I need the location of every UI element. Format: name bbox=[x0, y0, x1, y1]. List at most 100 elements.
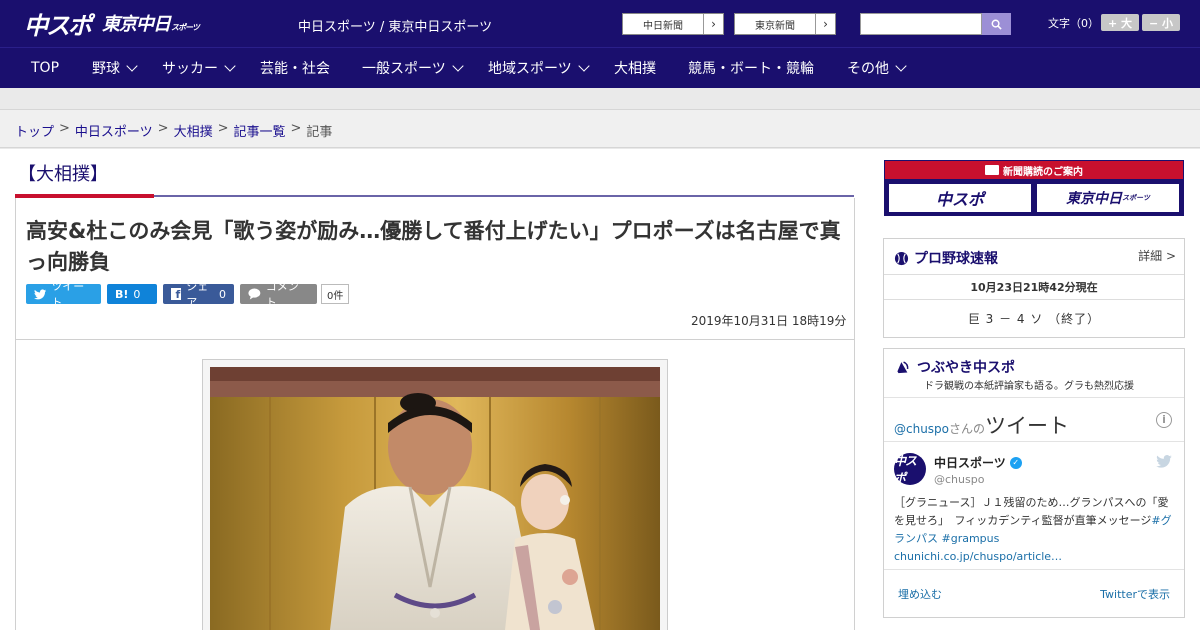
logo-tokyo-chunichi: 東京中日スポーツ bbox=[102, 10, 200, 36]
tweet-username[interactable]: @chuspo bbox=[934, 473, 984, 486]
facebook-label: シェア bbox=[186, 280, 209, 309]
nav-item-soccer[interactable]: サッカー bbox=[162, 48, 236, 88]
search-button[interactable] bbox=[982, 13, 1011, 35]
nav-label: TOP bbox=[31, 60, 60, 76]
view-on-twitter-link[interactable]: Twitterで表示 bbox=[1100, 586, 1170, 602]
timeline-footer: 埋め込む Twitterで表示 bbox=[884, 569, 1184, 614]
tokyo-shimbun-link[interactable]: 東京新聞 › bbox=[734, 13, 836, 35]
top-header: 中スポ 東京中日スポーツ 中日スポーツ / 東京中日スポーツ 中日新聞 › 東京… bbox=[0, 0, 1200, 48]
pro-baseball-widget: プロ野球速報 詳細 > 10月23日21時42分現在 巨 3 － 4 ソ （終了… bbox=[883, 238, 1185, 338]
timeline-handle[interactable]: @chuspoさんのツイート bbox=[894, 410, 1069, 440]
chevron-down-icon bbox=[895, 60, 907, 72]
chevron-down-icon bbox=[578, 60, 590, 72]
chevron-right-icon: › bbox=[815, 14, 835, 34]
nav-item-local-sports[interactable]: 地域スポーツ bbox=[488, 48, 590, 88]
hatena-bookmark-button[interactable]: B! 0 bbox=[107, 284, 157, 304]
logo-sub-text: 東京中日 bbox=[102, 14, 171, 35]
nav-label: 競馬・ボート・競輪 bbox=[688, 61, 814, 77]
tweet-author-name: 中日スポーツ bbox=[934, 456, 1006, 470]
category-underline bbox=[154, 195, 854, 197]
tweet-label: ツイート bbox=[51, 280, 85, 309]
breadcrumb-sep: > bbox=[217, 121, 229, 136]
nav-label: 野球 bbox=[92, 61, 120, 77]
baseball-detail-link[interactable]: 詳細 > bbox=[1138, 247, 1176, 264]
megaphone-icon bbox=[897, 361, 909, 374]
font-smaller-button[interactable]: − 小 bbox=[1142, 14, 1180, 31]
breadcrumb-current: 記事 bbox=[306, 125, 333, 140]
chunichi-shimbun-link[interactable]: 中日新聞 › bbox=[622, 13, 724, 35]
twitter-widget-title: つぶやき中スポ bbox=[894, 357, 1015, 377]
speech-bubble-icon bbox=[248, 288, 261, 300]
baseball-title-text: プロ野球速報 bbox=[914, 251, 998, 267]
nav-item-other[interactable]: その他 bbox=[847, 48, 907, 88]
breadcrumb-sep: > bbox=[290, 121, 302, 136]
hatena-count: 0 bbox=[133, 287, 141, 301]
article-date: 2019年10月31日 18時19分 bbox=[691, 314, 847, 328]
subscribe-btn2-small: スポーツ bbox=[1122, 194, 1150, 202]
comment-label: コメント bbox=[265, 280, 299, 309]
twitter-bird-icon bbox=[1156, 453, 1172, 472]
embed-link[interactable]: 埋め込む bbox=[898, 586, 942, 602]
tweet-link[interactable]: chunichi.co.jp/chuspo/article… bbox=[894, 550, 1062, 563]
comment-button[interactable]: コメント bbox=[240, 280, 317, 309]
avatar[interactable]: 中スポ bbox=[894, 453, 926, 485]
nav-item-sumo[interactable]: 大相撲 bbox=[614, 48, 656, 88]
nav-item-entertainment[interactable]: 芸能・社会 bbox=[260, 48, 330, 88]
paper-link-label: 中日新聞 bbox=[643, 20, 683, 32]
site-name: 中日スポーツ / 東京中日スポーツ bbox=[298, 20, 493, 35]
search-icon bbox=[991, 19, 1002, 30]
font-larger-button[interactable]: + 大 bbox=[1101, 14, 1139, 31]
timeline-title: ツイート bbox=[985, 414, 1070, 438]
breadcrumb-chunichi-sports[interactable]: 中日スポーツ bbox=[75, 121, 153, 140]
twitter-title-text: つぶやき中スポ bbox=[917, 360, 1015, 376]
baseball-widget-header: プロ野球速報 詳細 > bbox=[884, 239, 1184, 275]
chevron-down-icon bbox=[126, 60, 138, 72]
tweet-author[interactable]: 中日スポーツ ✓ bbox=[934, 454, 1022, 471]
nav-label: 大相撲 bbox=[614, 61, 656, 77]
baseball-widget-title: プロ野球速報 bbox=[894, 248, 998, 268]
subscription-title: 新聞購読のご案内 bbox=[1003, 166, 1083, 178]
nav-label: 一般スポーツ bbox=[362, 61, 446, 77]
facebook-icon: f bbox=[171, 288, 182, 300]
tweet-body: ［グラニュース］Ｊ１残留のため…グランパスへの「愛を見せろ」 フィッカデンティ監… bbox=[894, 496, 1169, 527]
facebook-share-button[interactable]: f シェア 0 bbox=[163, 280, 234, 309]
nav-item-top[interactable]: TOP bbox=[31, 48, 59, 88]
share-buttons: ツイート B! 0 f シェア 0 コメント 0件 bbox=[26, 280, 350, 309]
chevron-down-icon bbox=[452, 60, 464, 72]
tweet-button[interactable]: ツイート bbox=[26, 280, 101, 309]
nav-item-baseball[interactable]: 野球 bbox=[92, 48, 138, 88]
baseball-score[interactable]: 巨 3 － 4 ソ （終了） bbox=[884, 301, 1184, 337]
breadcrumb-top[interactable]: トップ bbox=[15, 121, 54, 140]
subscribe-chuspo-button[interactable]: 中スポ bbox=[888, 183, 1032, 213]
nav-item-general-sports[interactable]: 一般スポーツ bbox=[362, 48, 464, 88]
facebook-count: 0 bbox=[219, 287, 226, 301]
info-icon[interactable]: i bbox=[1156, 412, 1172, 428]
subscribe-btn2-text: 東京中日 bbox=[1066, 191, 1123, 207]
logo-sub-small: スポーツ bbox=[171, 23, 200, 32]
nav-label: 芸能・社会 bbox=[260, 61, 330, 77]
nav-item-racing[interactable]: 競馬・ボート・競輪 bbox=[688, 48, 814, 88]
verified-icon: ✓ bbox=[1009, 456, 1022, 469]
hatena-icon: B! bbox=[115, 287, 129, 301]
tweet-text: ［グラニュース］Ｊ１残留のため…グランパスへの「愛を見せろ」 フィッカデンティ監… bbox=[894, 494, 1179, 566]
subscribe-tokyo-chunichi-button[interactable]: 東京中日 スポーツ bbox=[1036, 183, 1180, 213]
site-logo[interactable]: 中スポ 東京中日スポーツ bbox=[24, 8, 200, 40]
breadcrumb-sumo[interactable]: 大相撲 bbox=[174, 121, 213, 140]
subscription-header: 新聞購読のご案内 bbox=[885, 161, 1183, 179]
article-headline: 高安&杜このみ会見「歌う姿が励み…優勝して番付上げたい」プロポーズは名古屋で真っ… bbox=[26, 219, 841, 274]
breadcrumb: トップ > 中日スポーツ > 大相撲 > 記事一覧 > 記事 bbox=[15, 121, 332, 140]
category-title: 【大相撲】 bbox=[18, 164, 108, 185]
chevron-down-icon bbox=[224, 60, 236, 72]
article-divider bbox=[15, 339, 855, 340]
paper-link-label: 東京新聞 bbox=[755, 20, 795, 32]
baseball-icon bbox=[894, 251, 909, 265]
main-nav: TOP 野球 サッカー 芸能・社会 一般スポーツ 地域スポーツ 大相撲 競馬・ボ… bbox=[0, 48, 1200, 88]
breadcrumb-article-list[interactable]: 記事一覧 bbox=[234, 121, 286, 140]
chevron-right-icon: › bbox=[703, 14, 723, 34]
baseball-timestamp: 10月23日21時42分現在 bbox=[884, 276, 1184, 300]
logo-chuspo: 中スポ bbox=[24, 11, 92, 40]
article-photo[interactable] bbox=[210, 367, 660, 630]
newspaper-icon bbox=[985, 165, 999, 175]
nav-label: サッカー bbox=[162, 61, 218, 77]
search-input[interactable] bbox=[860, 13, 982, 35]
